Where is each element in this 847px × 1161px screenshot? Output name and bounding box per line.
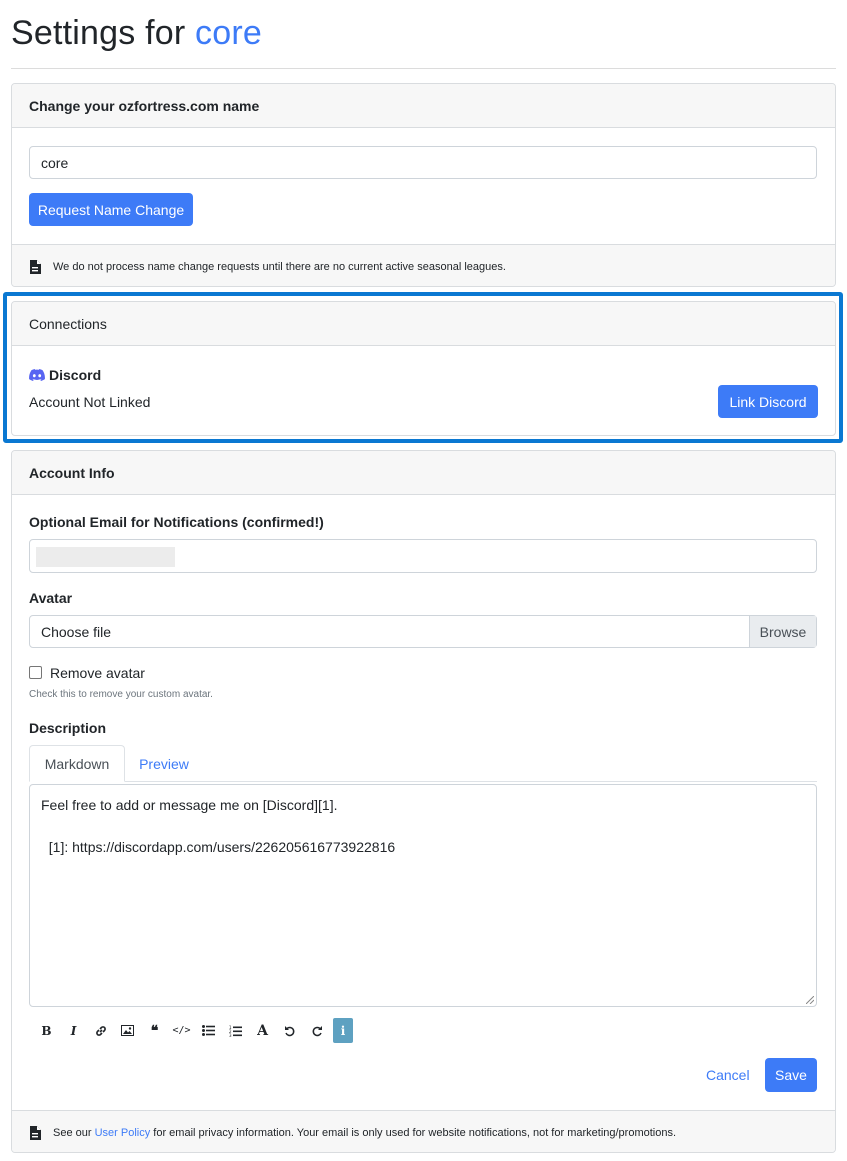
redo-icon[interactable] bbox=[303, 1018, 330, 1043]
description-line-2: [1]: https://discordapp.com/users/226205… bbox=[41, 839, 396, 855]
bold-icon[interactable]: B bbox=[33, 1018, 60, 1043]
browse-button[interactable]: Browse bbox=[749, 616, 816, 647]
browse-label: Browse bbox=[759, 623, 807, 640]
undo-icon[interactable] bbox=[276, 1018, 303, 1043]
account-info-title: Account Info bbox=[29, 464, 115, 481]
name-change-header: Change your ozfortress.com name bbox=[12, 84, 835, 128]
numbered-list-icon[interactable]: 123 bbox=[222, 1018, 249, 1043]
page-title-username: core bbox=[195, 14, 262, 52]
heading-icon[interactable]: A bbox=[249, 1018, 276, 1043]
document-icon bbox=[30, 259, 41, 274]
italic-icon[interactable]: I bbox=[60, 1018, 87, 1043]
save-label: Save bbox=[775, 1067, 807, 1083]
name-change-footer: We do not process name change requests u… bbox=[12, 244, 835, 286]
tab-preview[interactable]: Preview bbox=[126, 745, 202, 782]
account-info-header: Account Info bbox=[12, 451, 835, 495]
tab-markdown-label: Markdown bbox=[44, 755, 110, 772]
tab-preview-label: Preview bbox=[139, 755, 189, 772]
quote-icon[interactable]: ❝ bbox=[141, 1018, 168, 1043]
page-title: Settings for core bbox=[11, 14, 262, 53]
name-input-value: core bbox=[41, 154, 69, 171]
info-icon[interactable]: i bbox=[333, 1018, 353, 1043]
save-button[interactable]: Save bbox=[765, 1058, 817, 1092]
account-info-footer: See our User Policy for email privacy in… bbox=[12, 1110, 835, 1152]
user-policy-link[interactable]: User Policy bbox=[95, 1127, 151, 1139]
link-icon[interactable] bbox=[87, 1018, 114, 1043]
email-input[interactable] bbox=[29, 539, 817, 573]
name-input[interactable]: core bbox=[29, 146, 817, 179]
description-label: Description bbox=[29, 720, 107, 736]
avatar-label: Avatar bbox=[29, 590, 73, 606]
avatar-file-placeholder: Choose file bbox=[41, 623, 112, 640]
resize-grip-icon[interactable] bbox=[806, 996, 814, 1004]
name-change-title: Change your ozfortress.com name bbox=[29, 97, 260, 114]
email-label: Optional Email for Notifications (confir… bbox=[29, 514, 324, 530]
svg-text:3: 3 bbox=[229, 1033, 232, 1037]
avatar-file-input[interactable]: Choose file Browse bbox=[29, 615, 817, 648]
request-name-change-label: Request Name Change bbox=[37, 201, 185, 218]
remove-avatar-help: Check this to remove your custom avatar. bbox=[29, 689, 213, 700]
image-icon[interactable] bbox=[114, 1018, 141, 1043]
code-icon[interactable]: </> bbox=[168, 1018, 195, 1043]
footer-suffix: for email privacy information. Your emai… bbox=[153, 1126, 677, 1139]
request-name-change-button[interactable]: Request Name Change bbox=[29, 193, 193, 226]
markdown-toolbar: B I ❝ </> 123 A i bbox=[33, 1018, 353, 1043]
footer-prefix: See our bbox=[53, 1126, 92, 1139]
page-title-prefix: Settings for bbox=[11, 14, 186, 52]
tab-markdown[interactable]: Markdown bbox=[29, 745, 125, 782]
bullet-list-icon[interactable] bbox=[195, 1018, 222, 1043]
redacted-email-block bbox=[36, 547, 175, 567]
description-textarea[interactable]: Feel free to add or message me on [Disco… bbox=[29, 784, 817, 1007]
document-icon bbox=[30, 1125, 41, 1140]
description-line-1: Feel free to add or message me on [Disco… bbox=[41, 797, 338, 813]
title-divider bbox=[11, 68, 836, 69]
name-change-note: We do not process name change requests u… bbox=[53, 260, 506, 273]
connections-highlight-frame bbox=[3, 292, 843, 443]
remove-avatar-label[interactable]: Remove avatar bbox=[50, 665, 145, 681]
cancel-link[interactable]: Cancel bbox=[706, 1067, 750, 1083]
remove-avatar-checkbox[interactable] bbox=[29, 666, 42, 679]
name-change-card: Change your ozfortress.com name core Req… bbox=[11, 83, 836, 287]
